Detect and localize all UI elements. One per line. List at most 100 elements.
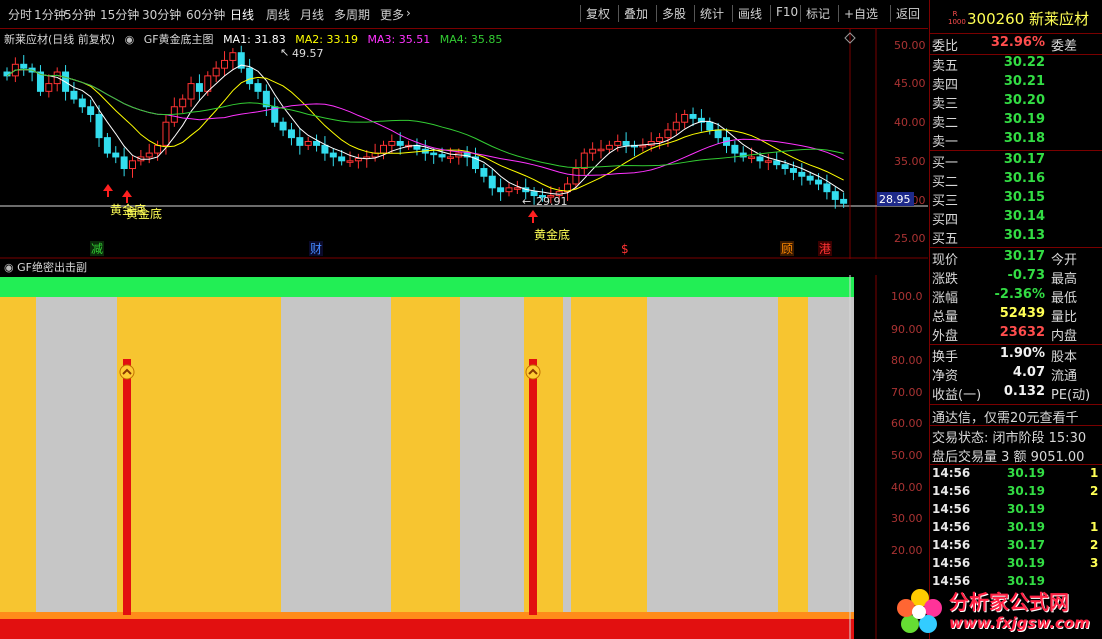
indicator-name[interactable]: GF黄金底主图 xyxy=(144,33,214,46)
divider xyxy=(930,33,1102,34)
event-reduce-marker[interactable]: 减 xyxy=(91,242,103,256)
divider xyxy=(930,150,1102,151)
sell-row[interactable]: 卖五 30.22 xyxy=(930,55,1102,74)
candle-body xyxy=(346,160,354,163)
candle-body xyxy=(605,144,613,150)
stat-label: 外盘 xyxy=(932,329,959,344)
overlay-button[interactable]: 叠加 xyxy=(624,5,648,22)
candle-body xyxy=(789,168,797,173)
buy-label: 买四 xyxy=(932,213,959,228)
sub-indicator-name[interactable]: GF绝密出击副 xyxy=(17,261,87,274)
draw-line-button[interactable]: 画线 xyxy=(738,5,762,22)
tick-volume: 2 xyxy=(1090,484,1099,498)
period-tab-5min[interactable]: 5分钟 xyxy=(64,6,96,23)
stat-label: 总量 xyxy=(932,310,959,325)
period-tab-1min[interactable]: 1分钟 xyxy=(34,6,66,23)
candle-body xyxy=(304,141,312,146)
sell-row[interactable]: 卖二 30.19 xyxy=(930,112,1102,131)
candle-body xyxy=(354,157,362,162)
event-hk-marker[interactable]: 港 xyxy=(819,242,831,256)
tick-time: 14:56 xyxy=(932,556,971,570)
candle-body xyxy=(246,67,254,85)
sell-price: 30.19 xyxy=(1003,112,1045,127)
mark-button[interactable]: 标记 xyxy=(806,5,830,22)
adjust-button[interactable]: 复权 xyxy=(586,5,610,22)
buy-price: 30.15 xyxy=(1003,190,1045,205)
candle-body xyxy=(505,187,513,193)
event-dividend-marker[interactable]: $ xyxy=(621,242,629,256)
candlestick-series xyxy=(3,45,848,209)
period-tab-multi[interactable]: 多周期 xyxy=(334,6,370,23)
candle-body xyxy=(229,52,237,61)
indicator-menu-icon[interactable]: ◉ xyxy=(4,261,14,274)
sub-axis-tick: 100.0 xyxy=(891,290,923,303)
badge-bottom: 1000 xyxy=(948,18,966,26)
indicator-menu-icon[interactable]: ◉ xyxy=(125,33,135,46)
chevron-right-icon[interactable]: › xyxy=(406,6,411,20)
event-finance-marker[interactable]: 财 xyxy=(310,242,322,256)
sub-axis-tick: 70.00 xyxy=(891,386,923,399)
ma2-label: MA2: 33.19 xyxy=(295,33,358,46)
candle-body xyxy=(254,83,262,92)
watermark: 分析家公式网 www.fxjgsw.com xyxy=(895,582,1102,639)
stat-label2: 最高 xyxy=(1051,272,1078,287)
stat-label2: 内盘 xyxy=(1051,329,1078,344)
buy-row[interactable]: 买一 30.17 xyxy=(930,152,1102,171)
stat-row: 涨跌 -0.73 最高 xyxy=(930,268,1102,287)
period-tab-weekly[interactable]: 周线 xyxy=(266,6,290,23)
toolbar-divider xyxy=(694,5,695,22)
tick-price: 30.19 xyxy=(1007,556,1045,570)
statistics-button[interactable]: 统计 xyxy=(700,5,724,22)
sell-row[interactable]: 卖三 30.20 xyxy=(930,93,1102,112)
back-button[interactable]: 返回 xyxy=(896,5,920,22)
period-tab-30min[interactable]: 30分钟 xyxy=(142,6,181,23)
notice-link[interactable]: 通达信，仅需20元查看千 xyxy=(932,407,1079,426)
candle-body xyxy=(162,121,170,146)
tick-price: 30.19 xyxy=(1007,520,1045,534)
tick-price: 30.19 xyxy=(1007,484,1045,498)
stat-row: 收益(一) 0.132 PE(动) xyxy=(930,384,1102,403)
stat-label2: 流通 xyxy=(1051,369,1078,384)
signal-band xyxy=(117,297,281,612)
sub-axis: 100.0 90.00 80.00 70.00 60.00 50.00 40.0… xyxy=(891,290,923,557)
multi-stock-button[interactable]: 多股 xyxy=(662,5,686,22)
sell-row[interactable]: 卖一 30.18 xyxy=(930,131,1102,150)
candle-body xyxy=(438,154,446,158)
period-tab-daily[interactable]: 日线 xyxy=(230,6,254,23)
tick-volume: 3 xyxy=(1090,556,1099,570)
candle-body xyxy=(656,137,664,142)
stat-label: 净资 xyxy=(932,369,959,384)
chevron-up-icon xyxy=(525,364,541,380)
buy-row[interactable]: 买三 30.15 xyxy=(930,190,1102,209)
golden-bottom-label: 黄金底 xyxy=(534,227,570,242)
signal-bar xyxy=(123,359,131,615)
period-tab-more[interactable]: 更多 xyxy=(380,6,404,23)
candle-body xyxy=(681,113,689,123)
candle-body xyxy=(45,83,53,92)
period-tab-60min[interactable]: 60分钟 xyxy=(186,6,225,23)
buy-price: 30.13 xyxy=(1003,228,1045,243)
f10-button[interactable]: F10 xyxy=(776,5,798,19)
tick-row: 14:56 30.19 2 xyxy=(930,484,1102,502)
sub-axis-tick: 90.00 xyxy=(891,323,923,336)
toolbar-divider xyxy=(732,5,733,22)
event-consult-marker[interactable]: 顾 xyxy=(781,242,793,256)
watermark-title: 分析家公式网 xyxy=(949,590,1069,614)
quote-panel: R 1000 300260 新莱应材 委比 32.96% 委差 卖五 30.22 … xyxy=(929,0,1102,639)
period-tab-fenshi[interactable]: 分时 xyxy=(8,6,32,23)
buy-row[interactable]: 买四 30.14 xyxy=(930,209,1102,228)
period-tab-monthly[interactable]: 月线 xyxy=(300,6,324,23)
current-price-tag: 28.95 xyxy=(879,193,911,206)
after-hours-volume: 盘后交易量 3 额 9051.00 xyxy=(932,450,1085,465)
sell-label: 卖四 xyxy=(932,78,959,93)
buy-row[interactable]: 买五 30.13 xyxy=(930,228,1102,247)
stat-label: 收益(一) xyxy=(932,388,982,403)
add-watchlist-button[interactable]: +自选 xyxy=(844,5,878,22)
sub-chart[interactable]: 100.0 90.00 80.00 70.00 60.00 50.00 40.0… xyxy=(0,275,928,639)
main-chart[interactable]: 50.00 45.00 40.00 35.00 30.00 25.00 28.9… xyxy=(0,28,928,259)
high-price-mark: ↖ xyxy=(280,46,289,59)
sell-row[interactable]: 卖四 30.21 xyxy=(930,74,1102,93)
sell-label: 卖二 xyxy=(932,116,959,131)
period-tab-15min[interactable]: 15分钟 xyxy=(100,6,139,23)
buy-row[interactable]: 买二 30.16 xyxy=(930,171,1102,190)
